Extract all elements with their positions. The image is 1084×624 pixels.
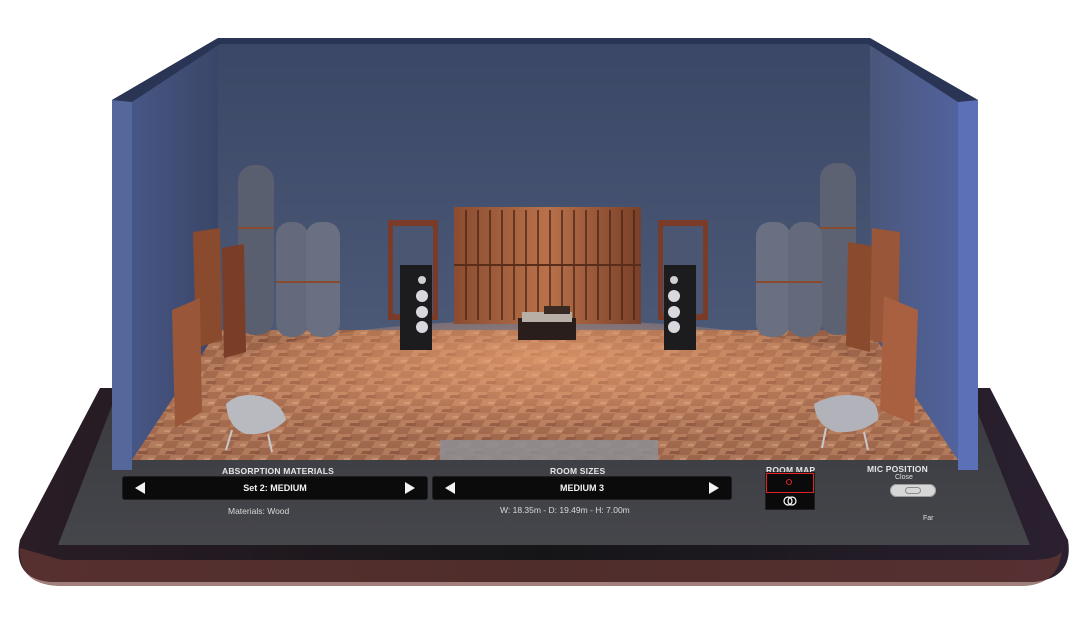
room-dimensions-text: W: 18.35m - D: 19.49m - H: 7.00m xyxy=(500,505,630,515)
room-sizes-heading: ROOM SIZES xyxy=(550,466,606,476)
speaker-right xyxy=(664,265,696,350)
room-size-selected-value: MEDIUM 3 xyxy=(559,483,604,493)
mic-far-label: Far xyxy=(923,515,934,522)
room-size-next-triangle-right-icon[interactable] xyxy=(708,482,719,494)
room-size-selector: MEDIUM 3 xyxy=(432,476,732,500)
absorption-materials-heading: ABSORPTION MATERIALS xyxy=(222,466,334,476)
tablet-device xyxy=(18,38,1069,586)
room-map-position-dot xyxy=(786,479,792,485)
absorption-selected-value: Set 2: MEDIUM xyxy=(243,483,307,493)
rings-icon xyxy=(783,496,797,506)
absorption-materials-text: Materials: Wood xyxy=(228,506,290,516)
floor xyxy=(132,320,958,460)
studio-scene: ABSORPTION MATERIALS Set 2: MEDIUM Mater… xyxy=(0,0,1084,624)
room-size-prev-triangle-left-icon[interactable] xyxy=(445,482,455,494)
absorption-selector: Set 2: MEDIUM xyxy=(122,476,428,500)
room-map[interactable] xyxy=(765,472,815,510)
absorption-prev-triangle-left-icon[interactable] xyxy=(135,482,145,494)
mic-close-label: Close xyxy=(895,474,913,481)
absorption-next-triangle-right-icon[interactable] xyxy=(404,482,415,494)
mic-position-heading: MIC POSITION xyxy=(867,464,928,474)
mic-position-slider[interactable] xyxy=(890,484,936,497)
mic-position-knob[interactable] xyxy=(905,487,921,494)
speaker-left xyxy=(400,265,432,350)
